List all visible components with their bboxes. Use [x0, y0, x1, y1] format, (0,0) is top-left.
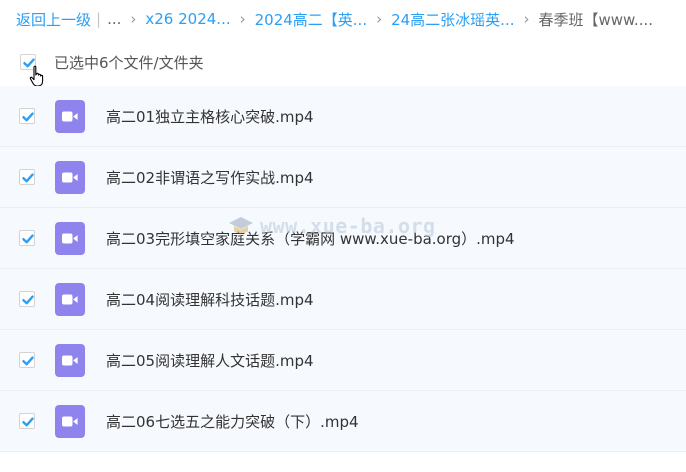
video-file-icon: [55, 404, 85, 438]
file-list: 高二01独立主格核心突破.mp4 高二02非谓语之写作实战.mp4 高二03完形…: [0, 86, 686, 452]
back-link[interactable]: 返回上一级: [16, 9, 91, 30]
file-checkbox[interactable]: [19, 291, 35, 307]
file-checkbox[interactable]: [19, 413, 35, 429]
check-icon: [22, 173, 34, 183]
file-row[interactable]: 高二05阅读理解人文话题.mp4: [0, 330, 686, 391]
video-file-icon: [55, 343, 85, 377]
file-name[interactable]: 高二04阅读理解科技话题.mp4: [106, 289, 314, 310]
breadcrumb-item-3[interactable]: 24高二张冰瑶英...: [391, 9, 514, 30]
file-checkbox[interactable]: [19, 169, 35, 185]
file-row[interactable]: 高二03完形填空家庭关系（学霸网 www.xue-ba.org）.mp4: [0, 208, 686, 269]
chevron-right-icon: ›: [130, 10, 137, 28]
selection-bar: 已选中6个文件/文件夹: [0, 44, 686, 80]
breadcrumb-divider: |: [96, 10, 102, 28]
file-checkbox[interactable]: [19, 230, 35, 246]
file-name[interactable]: 高二03完形填空家庭关系（学霸网 www.xue-ba.org）.mp4: [106, 228, 515, 249]
chevron-right-icon: ›: [239, 10, 246, 28]
chevron-right-icon: ›: [376, 10, 383, 28]
breadcrumb-item-1[interactable]: x26 2024...: [145, 10, 230, 28]
file-name[interactable]: 高二01独立主格核心突破.mp4: [106, 106, 314, 127]
check-icon: [22, 417, 34, 427]
video-file-icon: [55, 282, 85, 316]
file-name[interactable]: 高二05阅读理解人文话题.mp4: [106, 350, 314, 371]
file-row[interactable]: 高二01独立主格核心突破.mp4: [0, 86, 686, 147]
video-file-icon: [55, 160, 85, 194]
file-row[interactable]: 高二06七选五之能力突破（下）.mp4: [0, 391, 686, 452]
file-checkbox[interactable]: [19, 352, 35, 368]
breadcrumb: 返回上一级 | ... › x26 2024... › 2024高二【英... …: [0, 0, 686, 38]
file-row[interactable]: 高二04阅读理解科技话题.mp4: [0, 269, 686, 330]
file-name[interactable]: 高二06七选五之能力突破（下）.mp4: [106, 411, 359, 432]
breadcrumb-current: 春季班【www....: [538, 10, 654, 29]
video-file-icon: [55, 221, 85, 255]
file-name[interactable]: 高二02非谓语之写作实战.mp4: [106, 167, 314, 188]
selection-count-label: 已选中6个文件/文件夹: [54, 53, 204, 72]
check-icon: [22, 295, 34, 305]
check-icon: [22, 356, 34, 366]
check-icon: [22, 112, 34, 122]
file-checkbox[interactable]: [19, 108, 35, 124]
video-file-icon: [55, 99, 85, 133]
breadcrumb-ellipsis[interactable]: ...: [107, 10, 121, 28]
chevron-right-icon: ›: [523, 10, 530, 28]
breadcrumb-item-2[interactable]: 2024高二【英...: [255, 9, 367, 30]
check-icon: [22, 234, 34, 244]
file-row[interactable]: 高二02非谓语之写作实战.mp4: [0, 147, 686, 208]
